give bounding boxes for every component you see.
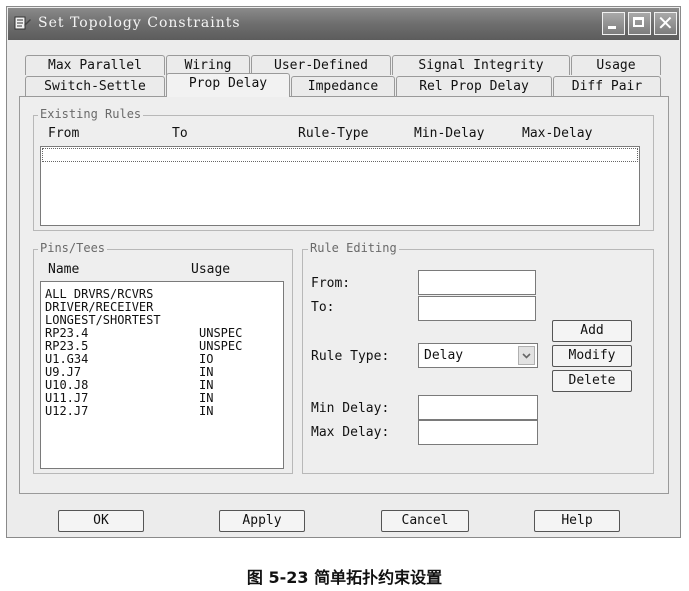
app-icon (14, 16, 32, 32)
pin-name: LONGEST/SHORTEST (45, 313, 161, 327)
column-header-min-delay[interactable]: Min-Delay (414, 126, 484, 141)
pin-name: U12.J7 (45, 404, 89, 418)
column-header-max-delay[interactable]: Max-Delay (522, 126, 592, 141)
pin-name: ALL DRVRS/RCVRS (45, 287, 154, 301)
pin-name: RP23.4 (45, 326, 89, 340)
column-header-usage: Usage (191, 262, 231, 277)
column-header-rule-type[interactable]: Rule-Type (298, 126, 368, 141)
close-button[interactable]: ✕ (654, 11, 677, 35)
title-bar[interactable]: Set Topology Constraints ✕ (8, 8, 679, 40)
column-header-to[interactable]: To (172, 126, 188, 141)
column-header-name: Name (48, 262, 80, 277)
rule-type-select[interactable]: Delay (418, 343, 538, 368)
add-button[interactable]: Add (552, 320, 632, 342)
existing-rules-list[interactable] (40, 146, 640, 226)
rule-type-value: Delay (424, 348, 464, 363)
min-delay-field[interactable] (418, 395, 538, 420)
pin-name: U11.J7 (45, 391, 89, 405)
list-row-focus[interactable] (42, 148, 638, 162)
window-title: Set Topology Constraints (38, 15, 241, 31)
pins-tees-list[interactable]: ALL DRVRS/RCVRS DRIVER/RECEIVER LONGEST/SH… (40, 281, 284, 469)
max-delay-field[interactable] (418, 420, 538, 445)
tab-rel-prop-delay[interactable]: Rel Prop Delay (396, 76, 552, 96)
from-label: From: (311, 276, 351, 291)
tab-impedance[interactable]: Impedance (291, 76, 395, 96)
pins-tees-title: Pins/Tees (38, 241, 108, 255)
maximize-button[interactable] (628, 12, 651, 35)
to-label: To: (311, 300, 335, 315)
tab-user-defined[interactable]: User-Defined (251, 55, 391, 75)
rule-editing-title: Rule Editing (308, 241, 399, 255)
pin-name: U9.J7 (45, 365, 82, 379)
tab-wiring[interactable]: Wiring (166, 55, 250, 75)
delete-button[interactable]: Delete (552, 370, 632, 392)
pin-name: U10.J8 (45, 378, 89, 392)
chevron-down-icon[interactable] (518, 346, 535, 365)
from-field[interactable] (418, 270, 536, 295)
minimize-button[interactable] (602, 12, 625, 35)
min-delay-label: Min Delay: (311, 401, 390, 416)
pin-name: DRIVER/RECEIVER (45, 300, 154, 314)
figure-caption: 图 5-23 简单拓扑约束设置 (246, 568, 443, 587)
to-field[interactable] (418, 296, 536, 321)
close-icon: ✕ (657, 11, 674, 35)
apply-button[interactable]: Apply (219, 510, 305, 532)
tab-usage[interactable]: Usage (571, 55, 661, 75)
modify-button[interactable]: Modify (552, 345, 632, 367)
tab-switch-settle[interactable]: Switch-Settle (25, 76, 165, 96)
help-button[interactable]: Help (534, 510, 620, 532)
tab-prop-delay[interactable]: Prop Delay (166, 73, 290, 97)
pin-name: U1.G34 (45, 352, 89, 366)
ok-button[interactable]: OK (58, 510, 144, 532)
column-header-from[interactable]: From (48, 126, 79, 141)
tab-max-parallel[interactable]: Max Parallel (25, 55, 165, 75)
list-item[interactable]: U12.J7 IN (45, 404, 213, 418)
pin-name: RP23.5 (45, 339, 89, 353)
pin-usage: IN (199, 404, 214, 418)
tab-diff-pair[interactable]: Diff Pair (553, 76, 661, 96)
existing-rules-title: Existing Rules (38, 107, 144, 121)
max-delay-label: Max Delay: (311, 425, 390, 440)
cancel-button[interactable]: Cancel (381, 510, 469, 532)
rule-type-label: Rule Type: (311, 349, 390, 364)
tab-signal-integrity[interactable]: Signal Integrity (392, 55, 570, 75)
